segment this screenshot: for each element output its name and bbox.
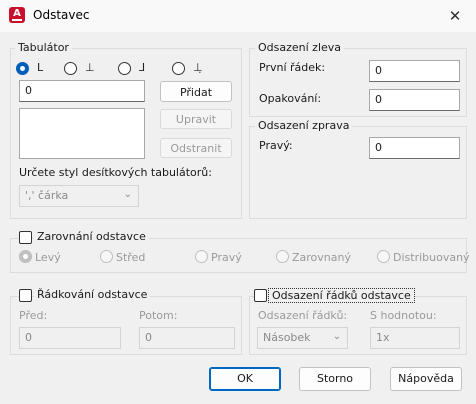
spacing-label[interactable]: Řádkování odstavce (34, 288, 151, 301)
right-indent-input[interactable]: 0 (369, 137, 460, 159)
line-spacing-at-label: S hodnotou: (370, 309, 437, 322)
tab-type-decimal-radio[interactable] (172, 62, 185, 75)
help-button[interactable]: Nápověda (390, 367, 462, 391)
remove-tab-button[interactable]: Odstranit (160, 138, 232, 158)
align-center-label: Střed (116, 251, 146, 264)
align-center-radio[interactable] (100, 250, 113, 263)
ok-button[interactable]: OK (209, 367, 281, 391)
add-tab-button[interactable]: Přidat (160, 81, 232, 102)
tab-type-right-radio[interactable] (118, 62, 131, 75)
first-line-input[interactable]: 0 (369, 60, 460, 82)
line-spacing-checkbox[interactable] (254, 289, 267, 302)
before-input[interactable]: 0 (19, 327, 121, 349)
align-distribute-label: Distribuovaný (393, 251, 470, 264)
decimal-style-value: ',' čárka (25, 189, 69, 202)
line-spacing-label[interactable]: Odsazení řádků odstavce (268, 288, 415, 303)
alignment-label[interactable]: Zarovnání odstavce (34, 230, 149, 243)
app-icon-letter: A (13, 8, 21, 19)
cancel-button[interactable]: Storno (299, 367, 371, 391)
right-indent-label: Odsazení zprava (255, 119, 353, 132)
hanging-input[interactable]: 0 (369, 89, 460, 111)
line-spacing-type-select[interactable]: Násobek ⌄ (257, 327, 348, 349)
after-label: Potom: (139, 309, 178, 322)
line-spacing-at-input[interactable]: 1x (370, 327, 460, 349)
before-label: Před: (19, 309, 48, 322)
close-icon[interactable]: ✕ (444, 5, 466, 27)
tab-type-center-radio[interactable] (64, 62, 77, 75)
modify-tab-button[interactable]: Upravit (160, 109, 232, 129)
alignment-checkbox[interactable] (19, 231, 32, 244)
tabs-group-label: Tabulátor (15, 41, 72, 54)
align-right-label: Pravý (211, 251, 242, 264)
line-spacing-type-label: Odsazení řádků: (258, 309, 348, 322)
align-left-label: Levý (35, 251, 61, 264)
tab-list[interactable] (19, 108, 145, 159)
align-left-radio-dot (19, 250, 32, 263)
hanging-label: Opakování: (259, 92, 322, 105)
align-right-radio[interactable] (195, 250, 208, 263)
line-spacing-type-value: Násobek (263, 331, 311, 344)
align-justify-label: Zarovnaný (292, 251, 351, 264)
left-indent-label: Odsazení zleva (255, 41, 345, 54)
after-input[interactable]: 0 (139, 327, 235, 349)
spacing-checkbox[interactable] (19, 289, 32, 302)
tab-decimal-icon: ⊥̣ (193, 61, 203, 74)
decimal-style-label: Určete styl desítkových tabulátorů: (19, 166, 212, 179)
chevron-down-icon: ⌄ (332, 331, 341, 342)
align-justify-radio[interactable] (276, 250, 289, 263)
first-line-label: První řádek: (259, 61, 326, 74)
app-icon: A (9, 7, 25, 23)
tab-type-left-radio[interactable] (16, 62, 29, 75)
tab-right-icon: ⅃ (139, 61, 146, 74)
right-label: Pravý: (259, 139, 293, 152)
tab-center-icon: ⊥ (85, 61, 95, 74)
tab-position-input[interactable]: 0 (19, 80, 145, 102)
align-distribute-radio[interactable] (377, 250, 390, 263)
chevron-down-icon: ⌄ (123, 189, 132, 200)
tab-left-icon: L (37, 61, 44, 74)
decimal-style-select[interactable]: ',' čárka ⌄ (19, 185, 139, 207)
window-title: Odstavec (33, 8, 90, 22)
